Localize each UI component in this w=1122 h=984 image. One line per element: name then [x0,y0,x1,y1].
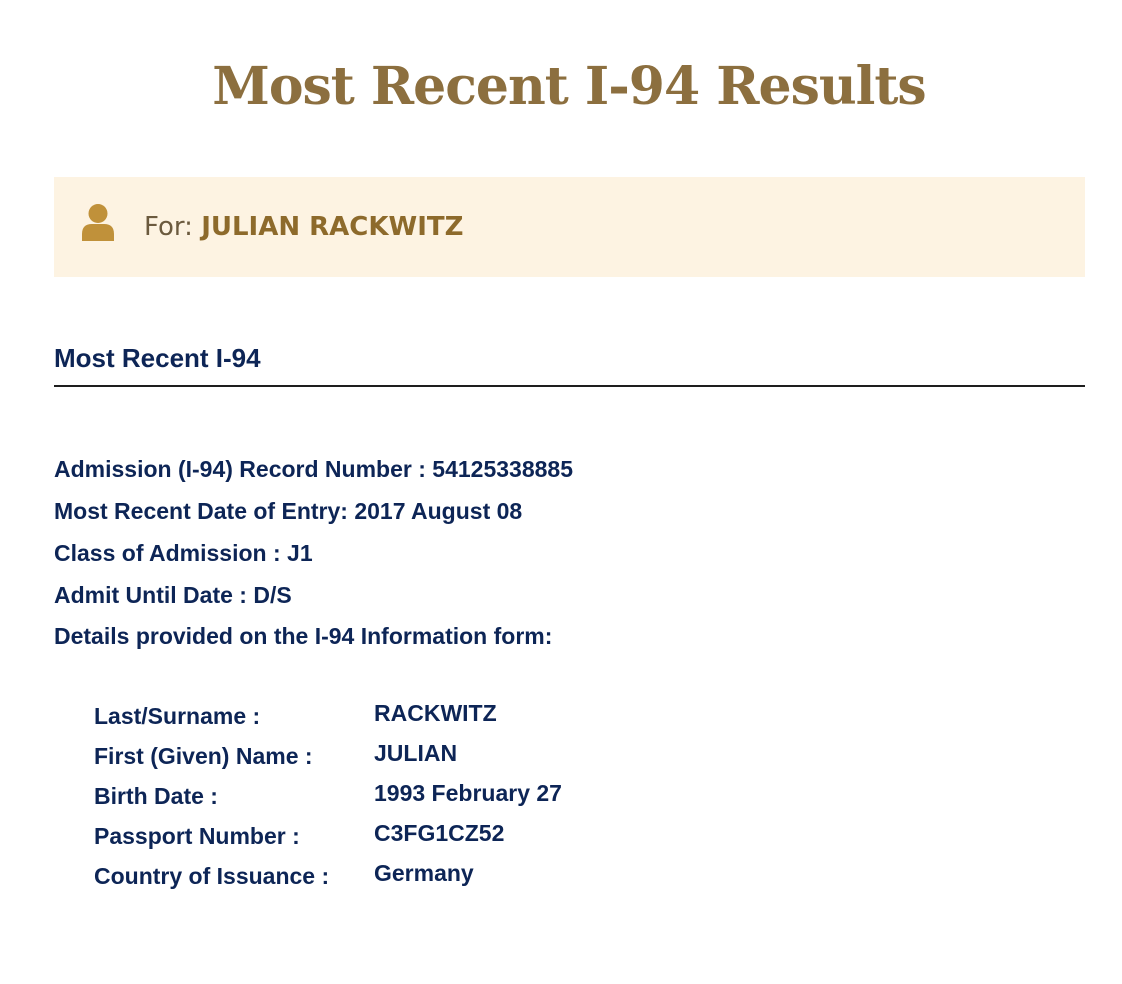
country-of-issuance-label: Country of Issuance : [94,863,330,889]
for-banner: For: JULIAN RACKWITZ [54,177,1085,277]
birth-date-value: 1993 February 27 [374,780,562,806]
passport-number-value: C3FG1CZ52 [374,820,505,846]
entry-date-line: Most Recent Date of Entry: 2017 August 0… [54,498,523,524]
first-name-value: JULIAN [374,740,458,766]
section-divider [54,385,1085,387]
first-name-label: First (Given) Name : [94,743,313,769]
record-number-line: Admission (I-94) Record Number : 5412533… [54,456,573,482]
section-heading: Most Recent I-94 [54,343,261,373]
birth-date-label: Birth Date : [94,783,218,809]
class-of-admission-line: Class of Admission : J1 [54,540,313,566]
for-name: JULIAN RACKWITZ [201,212,464,242]
details-intro-line: Details provided on the I-94 Information… [54,623,553,649]
last-name-value: RACKWITZ [374,700,497,726]
page-title: Most Recent I-94 Results [212,56,926,117]
for-prefix: For: [144,212,193,242]
for-label: For: JULIAN RACKWITZ [144,209,463,245]
last-name-label: Last/Surname : [94,703,261,729]
country-of-issuance-value: Germany [374,860,474,886]
person-icon [80,203,116,241]
admit-until-line: Admit Until Date : D/S [54,582,292,608]
passport-number-label: Passport Number : [94,823,300,849]
